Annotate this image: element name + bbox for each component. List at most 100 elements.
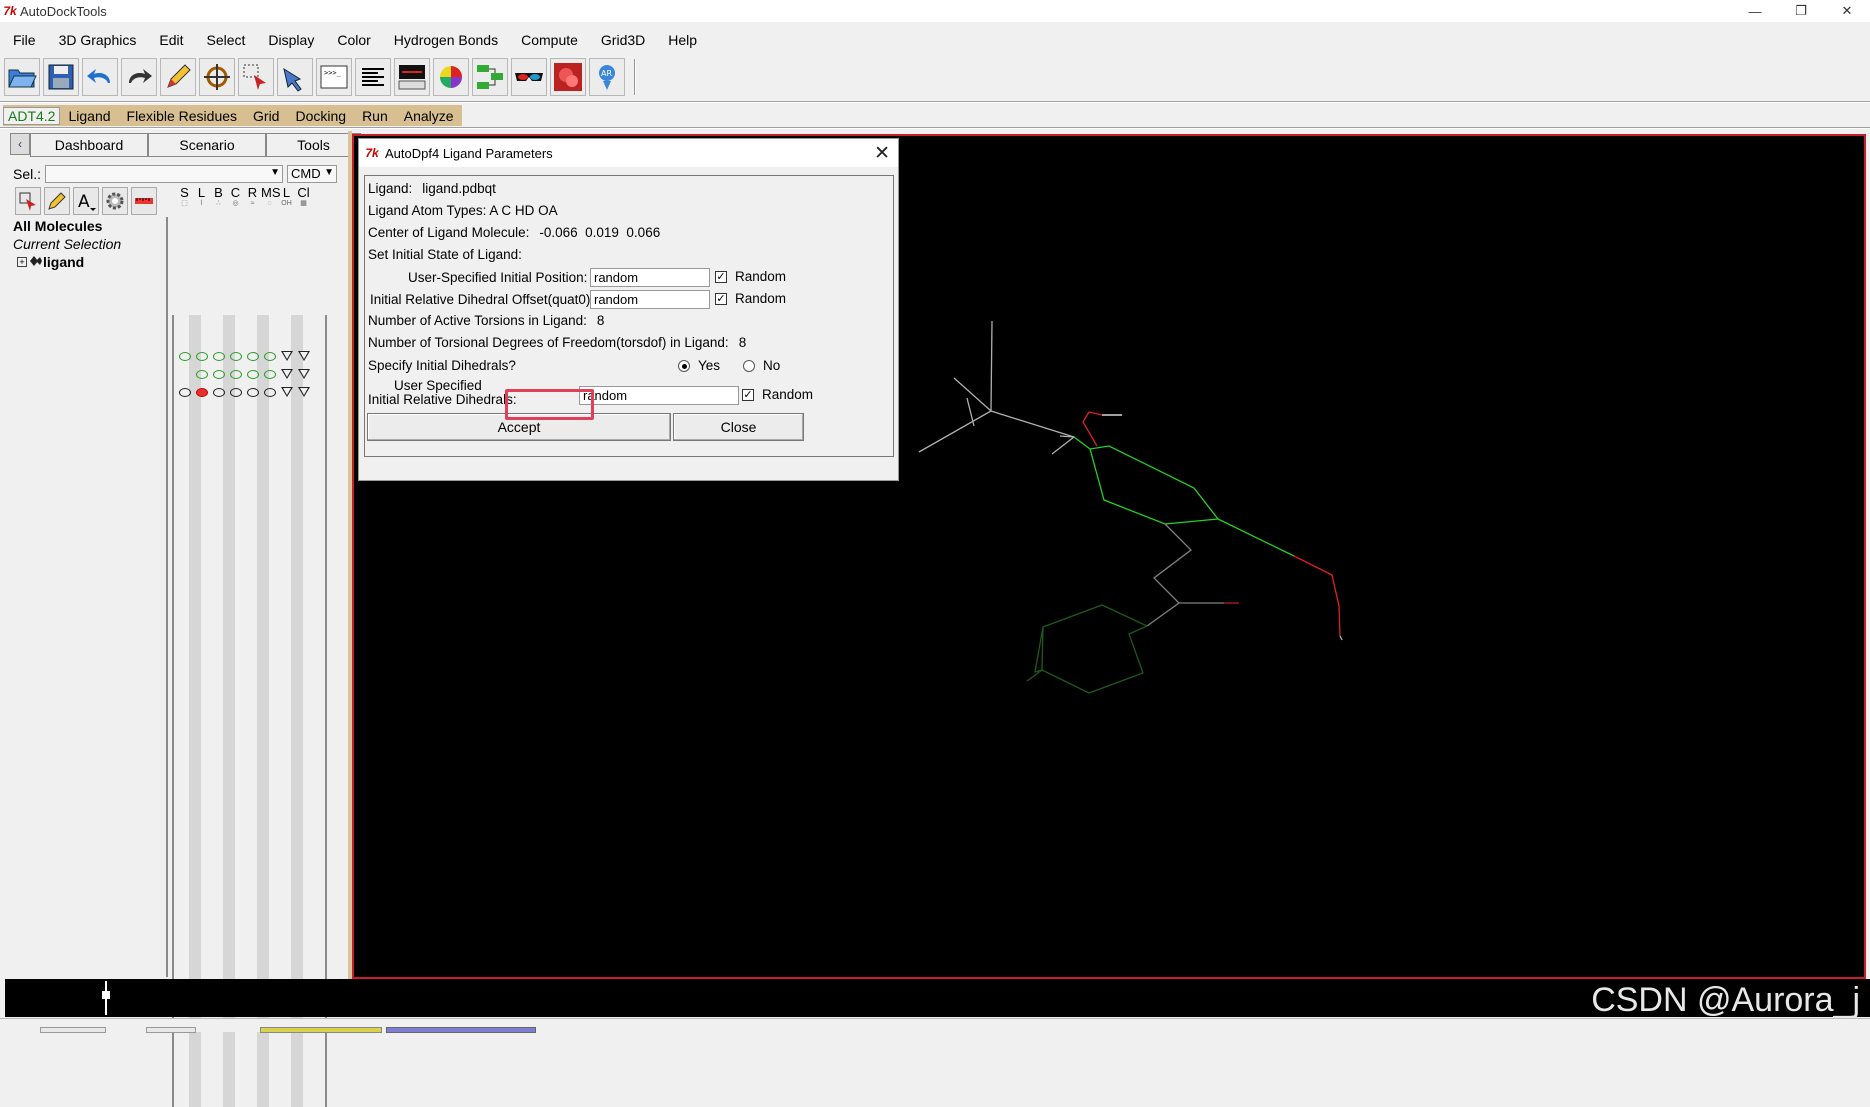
toggle-c[interactable] bbox=[227, 369, 244, 379]
target-icon[interactable] bbox=[199, 58, 235, 96]
pencil-icon[interactable] bbox=[160, 58, 196, 96]
col-header-r[interactable]: R ≈ bbox=[244, 186, 261, 208]
tree-current-selection[interactable]: Current Selection bbox=[13, 235, 166, 253]
adt-menu-grid[interactable]: Grid bbox=[245, 108, 287, 124]
toggle-b[interactable] bbox=[210, 387, 227, 397]
dialog-close-icon[interactable]: ✕ bbox=[874, 142, 890, 165]
no-radio[interactable]: No bbox=[743, 358, 780, 373]
minimize-button[interactable]: — bbox=[1732, 0, 1778, 22]
pick-icon[interactable] bbox=[277, 58, 313, 96]
adt-version-button[interactable]: ADT4.2 bbox=[3, 106, 61, 125]
dihedral-offset-input[interactable]: random bbox=[590, 290, 710, 309]
select-icon[interactable] bbox=[15, 187, 41, 215]
adt-menu-ligand[interactable]: Ligand bbox=[60, 108, 118, 124]
toggle-r[interactable] bbox=[244, 387, 261, 397]
tab-scenario[interactable]: Scenario bbox=[148, 133, 266, 157]
menu-edit[interactable]: Edit bbox=[146, 32, 193, 48]
toggle-b[interactable] bbox=[210, 351, 227, 361]
status-bar bbox=[0, 1018, 1870, 1033]
close-window-button[interactable]: ✕ bbox=[1824, 0, 1870, 22]
window-controls: — ❐ ✕ bbox=[1732, 0, 1870, 22]
undo-icon[interactable] bbox=[82, 58, 118, 96]
col-header-cl[interactable]: Cl ▦ bbox=[295, 186, 312, 208]
label-dropdown-icon[interactable] bbox=[278, 351, 295, 361]
dihedrals-input[interactable]: random bbox=[579, 386, 739, 405]
tab-dashboard[interactable]: Dashboard bbox=[30, 133, 148, 157]
ligand-toggles bbox=[176, 383, 312, 401]
3d-glasses-icon[interactable] bbox=[511, 58, 547, 96]
label-dropdown-icon[interactable] bbox=[278, 369, 295, 379]
toggle-c[interactable] bbox=[227, 351, 244, 361]
save-icon[interactable] bbox=[43, 58, 79, 96]
toggle-s[interactable] bbox=[176, 387, 193, 397]
menu-compute[interactable]: Compute bbox=[508, 32, 588, 48]
tree-ligand[interactable]: + ligand bbox=[13, 253, 166, 271]
color-dropdown-icon[interactable] bbox=[295, 387, 312, 397]
adt-menu-analyze[interactable]: Analyze bbox=[396, 108, 462, 124]
molecule-icon bbox=[30, 256, 42, 266]
col-header-label[interactable]: L OH bbox=[278, 186, 295, 208]
toggle-ms[interactable] bbox=[261, 387, 278, 397]
menu-display[interactable]: Display bbox=[255, 32, 324, 48]
label-icon[interactable]: A bbox=[73, 187, 99, 215]
toggle-ms[interactable] bbox=[261, 369, 278, 379]
init-position-random-checkbox[interactable]: ✓ Random bbox=[715, 269, 786, 284]
dihedrals-random-checkbox[interactable]: ✓ Random bbox=[742, 387, 813, 402]
dihedral-offset-random-checkbox[interactable]: ✓ Random bbox=[715, 291, 786, 306]
settings-gear-icon[interactable] bbox=[102, 187, 128, 215]
toggle-s[interactable] bbox=[176, 351, 193, 361]
toggle-r[interactable] bbox=[244, 369, 261, 379]
open-icon[interactable] bbox=[4, 58, 40, 96]
yes-radio[interactable]: Yes bbox=[678, 358, 720, 373]
ar-icon[interactable]: AR bbox=[589, 58, 625, 96]
expand-icon[interactable]: + bbox=[17, 257, 27, 267]
toggle-ms[interactable] bbox=[261, 351, 278, 361]
menu-help[interactable]: Help bbox=[655, 32, 707, 48]
col-header-l[interactable]: L ⌇ bbox=[193, 186, 210, 208]
adt-menu-docking[interactable]: Docking bbox=[287, 108, 354, 124]
menu-3d-graphics[interactable]: 3D Graphics bbox=[46, 32, 147, 48]
network-icon[interactable] bbox=[472, 58, 508, 96]
menu-color[interactable]: Color bbox=[324, 32, 380, 48]
toggle-b[interactable] bbox=[210, 369, 227, 379]
toggle-c[interactable] bbox=[227, 387, 244, 397]
frame-slider-handle[interactable] bbox=[102, 981, 110, 1015]
menu-file[interactable]: File bbox=[0, 32, 46, 48]
toggle-l[interactable] bbox=[193, 351, 210, 361]
close-button[interactable]: Close bbox=[673, 413, 804, 441]
color-dropdown-icon[interactable] bbox=[295, 369, 312, 379]
restore-button[interactable]: ❐ bbox=[1778, 0, 1824, 22]
adt-menu-flexible-residues[interactable]: Flexible Residues bbox=[119, 108, 246, 124]
ligand-label: Ligand: bbox=[368, 181, 413, 196]
molecule-surface-icon[interactable] bbox=[550, 58, 586, 96]
label-dropdown-icon[interactable] bbox=[278, 387, 295, 397]
selection-icon[interactable] bbox=[238, 58, 274, 96]
toggle-l-active[interactable] bbox=[193, 387, 210, 397]
monitor-icon[interactable] bbox=[394, 58, 430, 96]
cmd-dropdown[interactable]: CMD bbox=[287, 165, 338, 183]
edit-pencil-icon[interactable] bbox=[44, 187, 70, 215]
col-header-c[interactable]: C ◎ bbox=[227, 186, 244, 208]
toolbar: >>>_ AR bbox=[4, 57, 636, 97]
init-position-input[interactable]: random bbox=[590, 268, 710, 287]
toggle-l[interactable] bbox=[193, 369, 210, 379]
text-align-icon[interactable] bbox=[355, 58, 391, 96]
ruler-icon[interactable] bbox=[131, 187, 157, 215]
col-header-ms[interactable]: MS ◌ bbox=[261, 186, 281, 208]
menu-grid3d[interactable]: Grid3D bbox=[588, 32, 655, 48]
col-header-b[interactable]: B ∴ bbox=[210, 186, 227, 208]
menu-select[interactable]: Select bbox=[194, 32, 256, 48]
tree-all-molecules[interactable]: All Molecules bbox=[13, 217, 166, 235]
dihedrals-random-label: Random bbox=[762, 387, 814, 402]
toggle-r[interactable] bbox=[244, 351, 261, 361]
col-header-s[interactable]: S ⬚ bbox=[176, 186, 193, 208]
python-shell-icon[interactable]: >>>_ bbox=[316, 58, 352, 96]
color-dropdown-icon[interactable] bbox=[295, 351, 312, 361]
redo-icon[interactable] bbox=[121, 58, 157, 96]
adt-menu-run[interactable]: Run bbox=[354, 108, 396, 124]
tab-tools[interactable]: Tools bbox=[266, 133, 361, 157]
collapse-arrow-icon[interactable]: ‹ bbox=[10, 133, 30, 155]
selection-input[interactable] bbox=[45, 165, 284, 183]
color-sphere-icon[interactable] bbox=[433, 58, 469, 96]
menu-hydrogen-bonds[interactable]: Hydrogen Bonds bbox=[381, 32, 508, 48]
